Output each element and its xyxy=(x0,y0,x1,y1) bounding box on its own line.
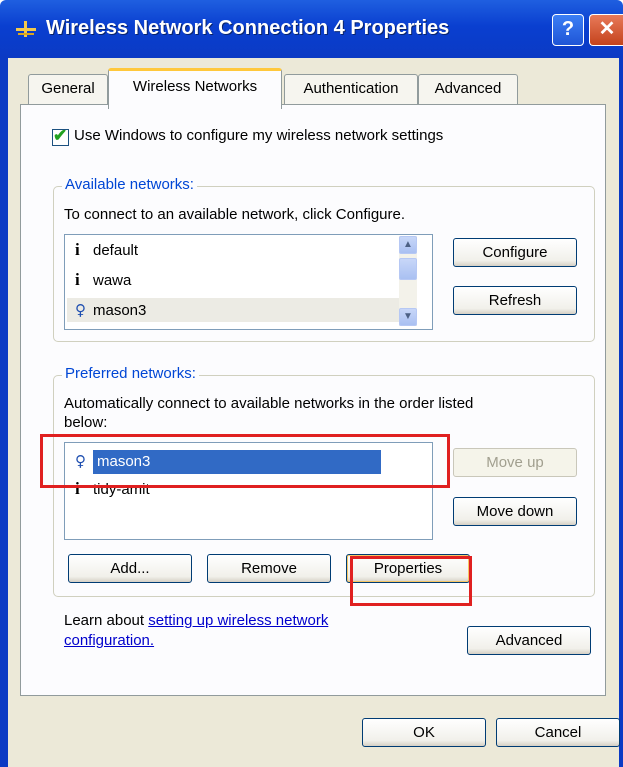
window-title: Wireless Network Connection 4 Properties xyxy=(46,17,450,39)
cancel-button[interactable]: Cancel xyxy=(496,718,620,747)
advanced-button[interactable]: Advanced xyxy=(467,626,591,655)
properties-dialog: Wireless Network Connection 4 Properties… xyxy=(0,0,623,767)
move-down-button[interactable]: Move down xyxy=(453,497,577,526)
move-up-button[interactable]: Move up xyxy=(453,448,577,477)
list-item[interactable]: ♀ mason3 xyxy=(67,298,399,322)
highlight-box-properties xyxy=(350,556,472,606)
setup-link-continued[interactable]: configuration. xyxy=(64,632,154,649)
list-item[interactable]: i wawa xyxy=(75,268,131,292)
window-frame-right xyxy=(619,58,623,767)
preferred-instruction-line2: below: xyxy=(64,414,108,431)
tab-advanced[interactable]: Advanced xyxy=(418,74,518,105)
highlight-box-selected-network xyxy=(40,434,450,488)
list-item[interactable]: i default xyxy=(75,238,138,262)
network-connection-icon xyxy=(16,21,36,37)
network-name: wawa xyxy=(93,272,132,289)
use-windows-checkbox[interactable]: ✔ xyxy=(52,126,69,146)
scroll-thumb[interactable] xyxy=(399,258,417,280)
refresh-button[interactable]: Refresh xyxy=(453,286,577,315)
tab-general[interactable]: General xyxy=(28,74,108,105)
tab-authentication[interactable]: Authentication xyxy=(284,74,418,105)
available-instruction: To connect to an available network, clic… xyxy=(64,206,406,223)
help-button[interactable]: ? xyxy=(552,14,584,46)
checkmark-icon: ✔ xyxy=(53,126,68,145)
preferred-instruction-line1: Automatically connect to available netwo… xyxy=(64,395,474,412)
preferred-networks-title: Preferred networks: xyxy=(62,365,199,382)
configure-button[interactable]: Configure xyxy=(453,238,577,267)
title-bar[interactable]: Wireless Network Connection 4 Properties… xyxy=(0,0,623,58)
close-button[interactable]: ✕ xyxy=(589,14,623,46)
available-networks-list[interactable]: i default i wawa ♀ mason3 ▲ ▼ xyxy=(64,234,433,330)
network-name: default xyxy=(93,242,139,259)
wireless-antenna-icon: ♀ xyxy=(75,301,86,319)
window-frame-left xyxy=(0,58,8,767)
infrastructure-icon: i xyxy=(75,240,80,259)
use-windows-label: Use Windows to configure my wireless net… xyxy=(74,127,444,144)
ok-button[interactable]: OK xyxy=(362,718,486,747)
remove-button[interactable]: Remove xyxy=(207,554,331,583)
add-button[interactable]: Add... xyxy=(68,554,192,583)
scrollbar[interactable]: ▲ ▼ xyxy=(399,236,417,326)
infrastructure-icon: i xyxy=(75,270,80,289)
available-networks-title: Available networks: xyxy=(62,176,197,193)
learn-prefix: Learn about xyxy=(64,612,149,629)
scroll-up-icon[interactable]: ▲ xyxy=(399,236,417,254)
learn-about-text: Learn about setting up wireless network xyxy=(64,612,328,629)
scroll-down-icon[interactable]: ▼ xyxy=(399,308,417,326)
network-name: mason3 xyxy=(93,302,147,319)
tab-wireless-networks[interactable]: Wireless Networks xyxy=(108,68,282,109)
setup-link[interactable]: setting up wireless network xyxy=(148,612,328,629)
